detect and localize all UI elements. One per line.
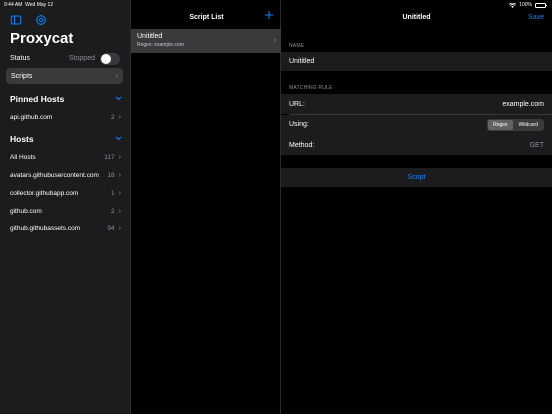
- hosts-header[interactable]: Hosts: [10, 134, 122, 144]
- chevron-right-icon: ›: [115, 72, 118, 80]
- chevron-right-icon: ›: [118, 153, 121, 161]
- battery-icon: [535, 2, 547, 8]
- segment-regex[interactable]: Regex: [488, 119, 513, 130]
- proxy-toggle[interactable]: [100, 52, 120, 65]
- host-row[interactable]: github.githubassets.com 94 ›: [10, 222, 121, 234]
- save-button[interactable]: Save: [528, 14, 544, 21]
- gear-icon[interactable]: [35, 13, 47, 26]
- sidebar-item-label: Scripts: [11, 72, 33, 80]
- chevron-down-icon[interactable]: [115, 136, 122, 143]
- battery-percent: 100%: [519, 2, 532, 8]
- status-bar: 9:44 AM Wed May 12 100%: [0, 0, 552, 10]
- name-group-label: NAME: [289, 43, 305, 49]
- chevron-right-icon: ›: [118, 224, 121, 232]
- detail-title: Unititled: [402, 14, 431, 21]
- chevron-right-icon: ›: [118, 207, 121, 215]
- plus-icon[interactable]: [264, 10, 274, 22]
- status-value: Stopped: [68, 55, 95, 62]
- script-button[interactable]: Script: [281, 168, 552, 187]
- url-label: URL:: [289, 100, 305, 108]
- status-row: Status Stopped: [10, 52, 120, 65]
- script-list-title: Script List: [189, 14, 224, 21]
- using-label: Using:: [289, 121, 309, 128]
- url-row[interactable]: URL: example.com: [281, 94, 552, 114]
- script-subtitle: Regex: example.com: [137, 42, 184, 48]
- chevron-right-icon: ›: [118, 171, 121, 179]
- script-detail-pane: Unititled Save NAME Unititled MATCHING R…: [281, 0, 552, 414]
- pinned-host-row[interactable]: api.github.com 2 ›: [10, 111, 121, 123]
- host-row[interactable]: avatars.githubusercontent.com 18 ›: [10, 169, 121, 181]
- method-value[interactable]: GET: [530, 142, 544, 149]
- host-row[interactable]: collector.githubapp.com 1 ›: [10, 187, 121, 199]
- pinned-hosts-header[interactable]: Pinned Hosts: [10, 94, 122, 104]
- sidebar-icon[interactable]: [10, 13, 22, 25]
- status-time: 9:44 AM Wed May 12: [4, 2, 54, 8]
- script-list-pane: Script List Unititled Regex: example.com…: [130, 0, 282, 414]
- name-field[interactable]: Unititled: [281, 52, 552, 71]
- host-row[interactable]: github.com 2 ›: [10, 205, 121, 217]
- host-row[interactable]: All Hosts 117 ›: [10, 151, 121, 163]
- method-row[interactable]: Method: GET: [281, 135, 552, 155]
- url-value[interactable]: example.com: [502, 101, 544, 108]
- method-label: Method:: [289, 141, 315, 149]
- matching-rule-group-label: MATCHING RULE: [289, 85, 333, 91]
- wifi-icon: [509, 2, 517, 8]
- sidebar-item-scripts[interactable]: Scripts ›: [6, 68, 123, 84]
- segment-wildcard[interactable]: Wildcard: [514, 120, 543, 130]
- using-row: Using: Regex Wildcard: [281, 114, 552, 135]
- chevron-right-icon: ›: [118, 189, 121, 197]
- script-list-item[interactable]: Unititled Regex: example.com ›: [131, 29, 282, 53]
- chevron-down-icon[interactable]: [115, 96, 122, 103]
- match-type-segmented-control[interactable]: Regex Wildcard: [487, 118, 544, 131]
- script-name: Unititled: [137, 33, 163, 40]
- chevron-right-icon: ›: [118, 113, 121, 121]
- status-right: 100%: [509, 2, 547, 8]
- chevron-right-icon: ›: [273, 37, 276, 44]
- status-label: Status: [10, 55, 30, 62]
- app-title: Proxycat: [10, 30, 74, 47]
- sidebar: Proxycat Status Stopped Scripts › Pinned…: [0, 0, 130, 414]
